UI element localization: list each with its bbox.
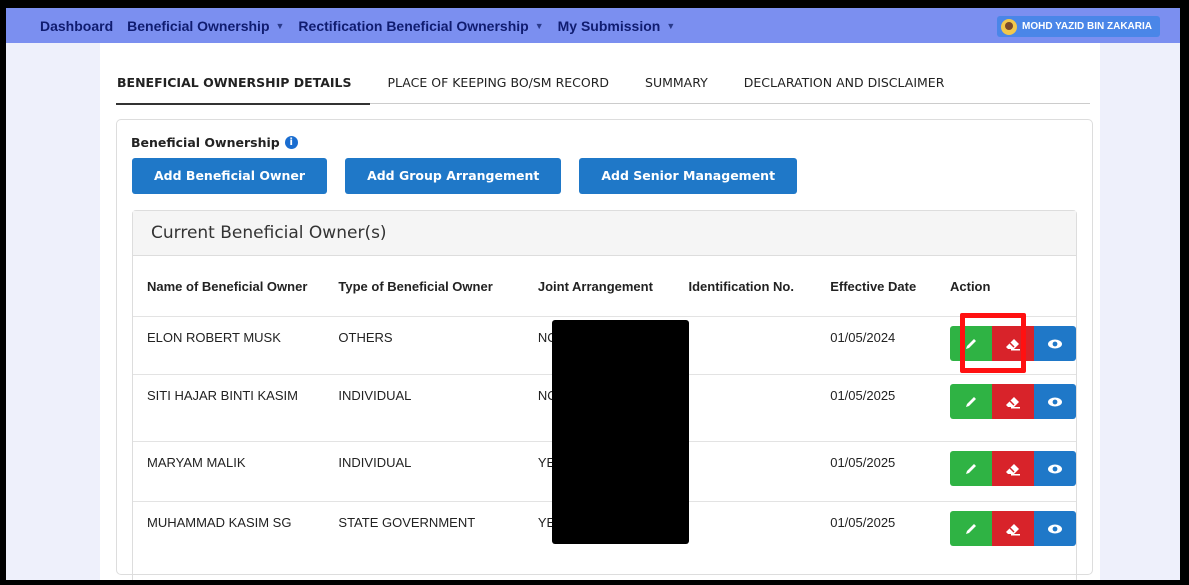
identification-no (675, 442, 817, 502)
tab-place-of-keeping[interactable]: PLACE OF KEEPING BO/SM RECORD (370, 63, 628, 103)
action-cell (936, 442, 1076, 502)
tab-beneficial-ownership-details[interactable]: BENEFICIAL OWNERSHIP DETAILS (116, 63, 370, 105)
view-button[interactable] (1034, 451, 1076, 486)
nav-rectification-label: Rectification Beneficial Ownership (298, 17, 529, 34)
caret-down-icon: ▼ (534, 20, 544, 31)
identification-no (675, 375, 817, 442)
eye-icon (1048, 339, 1062, 348)
section-label: Beneficial Ownership i (131, 135, 298, 150)
nav-my-submission[interactable]: My Submission ▼ (558, 18, 676, 34)
delete-button-highlight (960, 313, 1026, 373)
caret-down-icon: ▼ (666, 20, 676, 31)
add-group-arrangement-button[interactable]: Add Group Arrangement (345, 158, 562, 194)
tab-declaration[interactable]: DECLARATION AND DISCLAIMER (726, 63, 963, 103)
delete-button[interactable] (992, 384, 1034, 419)
action-buttons (950, 451, 1076, 486)
effective-date: 01/05/2024 (830, 330, 896, 345)
user-menu[interactable]: MOHD YAZID BIN ZAKARIA (996, 16, 1160, 37)
user-name: MOHD YAZID BIN ZAKARIA (1021, 21, 1152, 32)
nav-rectification[interactable]: Rectification Beneficial Ownership ▼ (298, 18, 543, 34)
owner-name: SITI HAJAR BINTI KASIM (147, 388, 298, 403)
action-buttons (950, 384, 1076, 419)
col-name: Name of Beneficial Owner (147, 278, 308, 294)
owner-name: MARYAM MALIK (147, 455, 246, 470)
eye-icon (1048, 524, 1062, 533)
pencil-icon (966, 523, 976, 534)
col-type: Type of Beneficial Owner (338, 278, 493, 294)
col-date: Effective Date (830, 278, 917, 294)
eraser-icon (1006, 523, 1020, 535)
caret-down-icon: ▼ (275, 20, 285, 31)
section-title: Beneficial Ownership (131, 135, 280, 150)
view-button[interactable] (1034, 511, 1076, 546)
button-row: Add Beneficial Owner Add Group Arrangeme… (132, 158, 815, 194)
info-icon[interactable]: i (284, 136, 298, 149)
eraser-icon (1006, 396, 1020, 408)
eye-icon (1048, 464, 1062, 473)
edit-button[interactable] (950, 451, 992, 486)
owner-name: ELON ROBERT MUSK (147, 330, 281, 345)
identification-no (675, 502, 817, 557)
owner-type: INDIVIDUAL (338, 455, 412, 470)
action-buttons (950, 511, 1076, 546)
eye-icon (1048, 397, 1062, 406)
tab-summary[interactable]: SUMMARY (627, 63, 726, 103)
nav-beneficial-ownership-label: Beneficial Ownership (127, 17, 270, 34)
tab-bar: BENEFICIAL OWNERSHIP DETAILS PLACE OF KE… (116, 63, 1090, 105)
identification-no (675, 317, 817, 375)
owner-type: INDIVIDUAL (338, 388, 412, 403)
effective-date: 01/05/2025 (830, 388, 896, 403)
view-button[interactable] (1034, 326, 1076, 361)
eraser-icon (1006, 463, 1020, 475)
pencil-icon (966, 396, 976, 407)
owner-type: STATE GOVERNMENT (338, 515, 476, 530)
col-id: Identification No. (688, 278, 794, 294)
owner-name: MUHAMMAD KASIM SG (147, 515, 292, 530)
effective-date: 01/05/2025 (830, 515, 896, 530)
nav-my-submission-label: My Submission (557, 17, 661, 34)
owner-type: OTHERS (338, 330, 393, 345)
col-joint: Joint Arrangement (537, 278, 653, 294)
effective-date: 01/05/2025 (830, 455, 896, 470)
table-header-row: Name of Beneficial Owner Type of Benefic… (133, 256, 1076, 317)
nav-dashboard[interactable]: Dashboard (40, 18, 113, 34)
nav-dashboard-label: Dashboard (40, 17, 114, 34)
pencil-icon (966, 463, 976, 474)
col-action: Action (950, 278, 991, 294)
redaction-box (552, 320, 689, 544)
avatar (1000, 18, 1017, 35)
edit-button[interactable] (950, 511, 992, 546)
panel-title: Current Beneficial Owner(s) (133, 211, 1076, 256)
add-senior-management-button[interactable]: Add Senior Management (579, 158, 798, 194)
top-navbar: Dashboard Beneficial Ownership ▼ Rectifi… (6, 8, 1180, 43)
delete-button[interactable] (992, 511, 1034, 546)
action-cell (936, 375, 1076, 442)
view-button[interactable] (1034, 384, 1076, 419)
delete-button[interactable] (992, 451, 1034, 486)
edit-button[interactable] (950, 384, 992, 419)
nav-beneficial-ownership[interactable]: Beneficial Ownership ▼ (127, 18, 284, 34)
action-cell (936, 502, 1076, 557)
add-beneficial-owner-button[interactable]: Add Beneficial Owner (132, 158, 328, 194)
